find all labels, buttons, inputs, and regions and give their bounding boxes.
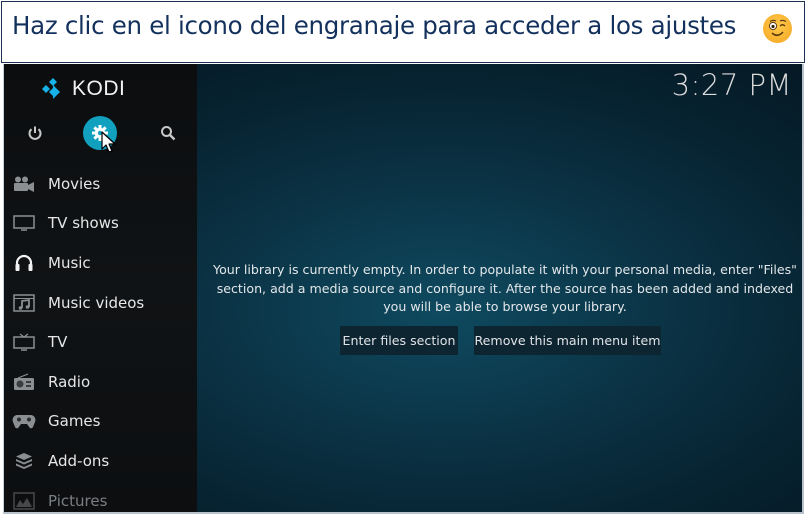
headphones-icon bbox=[12, 253, 36, 273]
mouse-pointer-icon bbox=[101, 131, 117, 159]
menu-item-music[interactable]: Music bbox=[4, 243, 197, 283]
movie-camera-icon bbox=[12, 174, 36, 194]
sidebar: KODI Movies TV shows Music Music videos … bbox=[4, 64, 197, 512]
addons-box-icon bbox=[12, 451, 36, 471]
banner-title: Haz clic en el icono del engranaje para … bbox=[12, 11, 737, 40]
menu-label: Games bbox=[48, 412, 101, 431]
radio-icon bbox=[12, 372, 36, 392]
menu-item-games[interactable]: Games bbox=[4, 402, 197, 442]
menu-item-pictures[interactable]: Pictures bbox=[4, 481, 197, 512]
search-icon bbox=[161, 126, 176, 141]
menu-label: Radio bbox=[48, 372, 91, 391]
monitor-icon bbox=[12, 213, 36, 233]
menu-item-tv[interactable]: TV bbox=[4, 322, 197, 362]
menu-label: Music bbox=[48, 253, 91, 272]
menu-label: Movies bbox=[48, 174, 101, 193]
menu-item-music-videos[interactable]: Music videos bbox=[4, 283, 197, 323]
menu-item-add-ons[interactable]: Add-ons bbox=[4, 441, 197, 481]
menu-item-tv-shows[interactable]: TV shows bbox=[4, 204, 197, 244]
menu-label: TV shows bbox=[48, 214, 119, 233]
gamepad-icon bbox=[12, 411, 36, 431]
menu-item-movies[interactable]: Movies bbox=[4, 164, 197, 204]
kodi-home-screen: KODI Movies TV shows Music Music videos … bbox=[3, 64, 804, 514]
main-menu: Movies TV shows Music Music videos TV Ra… bbox=[4, 164, 197, 512]
menu-item-radio[interactable]: Radio bbox=[4, 362, 197, 402]
winking-face-emoji-icon bbox=[763, 14, 792, 43]
kodi-logo-icon bbox=[42, 78, 60, 99]
enter-files-section-button[interactable]: Enter files section bbox=[340, 326, 458, 355]
power-icon bbox=[28, 126, 42, 140]
logo-text: KODI bbox=[72, 77, 126, 100]
empty-library-message: Your library is currently empty. In orde… bbox=[213, 262, 797, 314]
picture-icon bbox=[12, 491, 36, 511]
remove-main-menu-item-button[interactable]: Remove this main menu item bbox=[474, 326, 661, 355]
menu-label: Music videos bbox=[48, 293, 145, 312]
tv-icon bbox=[12, 332, 36, 352]
search-button[interactable] bbox=[151, 116, 185, 150]
menu-label: Add-ons bbox=[48, 451, 110, 470]
instruction-banner: Haz clic en el icono del engranaje para … bbox=[1, 1, 805, 63]
kodi-logo: KODI bbox=[42, 76, 125, 102]
clock: 3:27 PM bbox=[671, 68, 792, 102]
menu-label: Pictures bbox=[48, 491, 108, 510]
power-button[interactable] bbox=[18, 116, 52, 150]
menu-label: TV bbox=[48, 333, 68, 352]
music-video-icon bbox=[12, 293, 36, 313]
